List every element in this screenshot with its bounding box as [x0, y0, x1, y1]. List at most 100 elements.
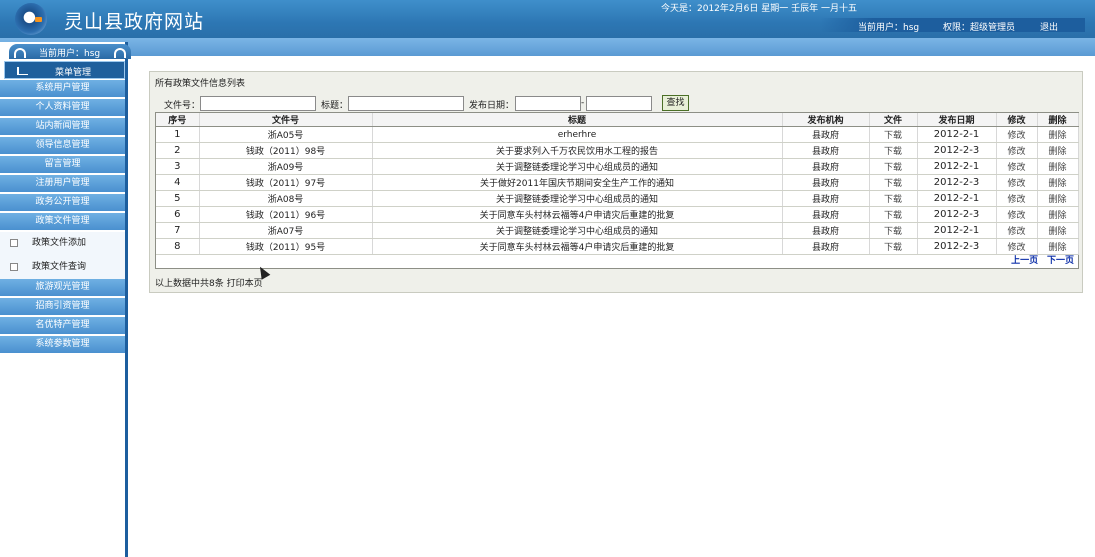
- cell-agency: 县政府: [782, 206, 870, 223]
- cell-date: 2012-2-1: [917, 222, 997, 239]
- sidebar-user-box: 当前用户：hsg: [9, 44, 131, 59]
- col-header-title: 标题: [372, 113, 783, 127]
- col-header-date: 发布日期: [917, 113, 997, 127]
- cell-title: 关于同意车头村林云福等4户申请灾后重建的批复: [372, 206, 783, 223]
- cell-download-link[interactable]: 下载: [869, 142, 918, 159]
- cell-delete-link[interactable]: 删除: [1037, 158, 1079, 175]
- sidebar-item-policy-docs[interactable]: 政策文件管理: [0, 213, 125, 231]
- cell-edit-link[interactable]: 修改: [996, 174, 1038, 191]
- subitem-label: 政策文件添加: [32, 238, 87, 248]
- sidebar-subitem-policy-add[interactable]: 政策文件添加: [0, 232, 125, 256]
- sidebar-item-news[interactable]: 站内新闻管理: [0, 118, 125, 136]
- col-header-seq: 序号: [156, 113, 200, 127]
- cell-edit-link[interactable]: 修改: [996, 158, 1038, 175]
- sidebar-item-tourism[interactable]: 旅游观光管理: [0, 279, 125, 297]
- sidebar-subitem-policy-query[interactable]: 政策文件查询: [0, 256, 125, 280]
- cell-download-link[interactable]: 下载: [869, 126, 918, 143]
- sidebar-item-messages[interactable]: 留言管理: [0, 156, 125, 174]
- cell-download-link[interactable]: 下载: [869, 238, 918, 255]
- cell-doc-no: 钱政（2011）98号: [199, 142, 373, 159]
- cell-download-link[interactable]: 下载: [869, 158, 918, 175]
- cell-doc-no: 钱政（2011）96号: [199, 206, 373, 223]
- print-page-link[interactable]: 打印本页: [227, 279, 263, 289]
- col-header-file: 文件: [869, 113, 918, 127]
- sub-header-strip: [0, 38, 1095, 56]
- cell-delete-link[interactable]: 删除: [1037, 142, 1079, 159]
- subitem-label: 政策文件查询: [32, 262, 87, 272]
- title-input[interactable]: [348, 96, 464, 111]
- cell-delete-link[interactable]: 删除: [1037, 190, 1079, 207]
- cell-title: erherhre: [372, 126, 783, 143]
- search-button[interactable]: 查找: [662, 95, 689, 111]
- cell-download-link[interactable]: 下载: [869, 190, 918, 207]
- cell-seq: 8: [156, 238, 200, 255]
- user-info-bar: 当前用户：hsg 权限：超级管理员 退出: [820, 18, 1085, 33]
- cell-edit-link[interactable]: 修改: [996, 142, 1038, 159]
- cell-date: 2012-2-1: [917, 126, 997, 143]
- cell-delete-link[interactable]: 删除: [1037, 174, 1079, 191]
- record-count: 以上数据中共8条: [155, 279, 224, 289]
- hook-left-icon: [14, 48, 26, 58]
- cell-download-link[interactable]: 下载: [869, 222, 918, 239]
- cell-agency: 县政府: [782, 222, 870, 239]
- cell-title: 关于做好2011年国庆节期间安全生产工作的通知: [372, 174, 783, 191]
- cell-download-link[interactable]: 下载: [869, 206, 918, 223]
- table-row: 1 浙A05号 erherhre 县政府 下载 2012-2-1 修改 删除: [156, 126, 1079, 143]
- table-row: 8 钱政（2011）95号 关于同意车头村林云福等4户申请灾后重建的批复 县政府 下载 2…: [156, 238, 1079, 255]
- date-to-input[interactable]: [586, 96, 652, 111]
- doc-no-label: 文件号：: [164, 101, 201, 111]
- prev-page-link[interactable]: 上一页: [1011, 256, 1038, 266]
- cell-agency: 县政府: [782, 158, 870, 175]
- sidebar-item-profile[interactable]: 个人资料管理: [0, 99, 125, 117]
- sidebar-item-leaders[interactable]: 领导信息管理: [0, 137, 125, 155]
- col-header-agency: 发布机构: [782, 113, 870, 127]
- panel-title: 所有政策文件信息列表: [155, 79, 246, 89]
- cell-seq: 6: [156, 206, 200, 223]
- cell-date: 2012-2-3: [917, 142, 997, 159]
- cell-agency: 县政府: [782, 142, 870, 159]
- cell-agency: 县政府: [782, 190, 870, 207]
- logout-link[interactable]: 退出: [1040, 20, 1058, 33]
- title-label: 标题：: [321, 101, 349, 111]
- site-logo: [15, 3, 47, 35]
- cell-edit-link[interactable]: 修改: [996, 126, 1038, 143]
- sidebar-item-specialties[interactable]: 名优特产管理: [0, 317, 125, 335]
- table-row: 5 浙A08号 关于调整链委理论学习中心组成员的通知 县政府 下载 2012-2-1 修改删…: [156, 190, 1079, 207]
- sidebar-current-user: 当前用户：hsg: [39, 49, 101, 59]
- sidebar-item-system-users[interactable]: 系统用户管理: [0, 80, 125, 98]
- cell-edit-link[interactable]: 修改: [996, 222, 1038, 239]
- cell-delete-link[interactable]: 删除: [1037, 126, 1079, 143]
- cell-download-link[interactable]: 下载: [869, 174, 918, 191]
- menu-bars-icon: [17, 67, 28, 75]
- cell-delete-link[interactable]: 删除: [1037, 206, 1079, 223]
- date-from-input[interactable]: [515, 96, 581, 111]
- sidebar: 当前用户：hsg 菜单管理 系统用户管理 个人资料管理 站内新闻管理 领导信息管…: [0, 42, 131, 557]
- cell-agency: 县政府: [782, 174, 870, 191]
- sidebar-item-registered-users[interactable]: 注册用户管理: [0, 175, 125, 193]
- doc-no-input[interactable]: [200, 96, 316, 111]
- col-header-edit: 修改: [996, 113, 1038, 127]
- table-row: 2 钱政（2011）98号 关于要求列入千万农民饮用水工程的报告 县政府 下载 2012-…: [156, 142, 1079, 159]
- sidebar-item-investment[interactable]: 招商引资管理: [0, 298, 125, 316]
- cell-date: 2012-2-1: [917, 190, 997, 207]
- cell-edit-link[interactable]: 修改: [996, 190, 1038, 207]
- cell-doc-no: 钱政（2011）95号: [199, 238, 373, 255]
- date-separator: -: [581, 98, 585, 108]
- col-header-doc-no: 文件号: [199, 113, 373, 127]
- cell-date: 2012-2-1: [917, 158, 997, 175]
- menu-header[interactable]: 菜单管理: [4, 61, 125, 79]
- header-current-user: 当前用户：hsg: [858, 23, 920, 33]
- cell-title: 关于调整链委理论学习中心组成员的通知: [372, 190, 783, 207]
- pager: 上一页 下一页: [1005, 253, 1074, 266]
- menu-title: 菜单管理: [55, 68, 92, 78]
- date-label: 发布日期：: [469, 101, 515, 111]
- table-row: 7 浙A07号 关于调整链委理论学习中心组成员的通知 县政府 下载 2012-2-1 修改删…: [156, 222, 1079, 239]
- sidebar-item-system-params[interactable]: 系统参数管理: [0, 336, 125, 354]
- cell-delete-link[interactable]: 删除: [1037, 222, 1079, 239]
- sidebar-item-gov-affairs[interactable]: 政务公开管理: [0, 194, 125, 212]
- cell-edit-link[interactable]: 修改: [996, 206, 1038, 223]
- cell-doc-no: 钱政（2011）97号: [199, 174, 373, 191]
- policy-docs-panel: 所有政策文件信息列表 文件号： 标题： 发布日期： - 查找 序号 文件号 标题…: [149, 71, 1083, 293]
- cell-title: 关于要求列入千万农民饮用水工程的报告: [372, 142, 783, 159]
- next-page-link[interactable]: 下一页: [1047, 256, 1074, 266]
